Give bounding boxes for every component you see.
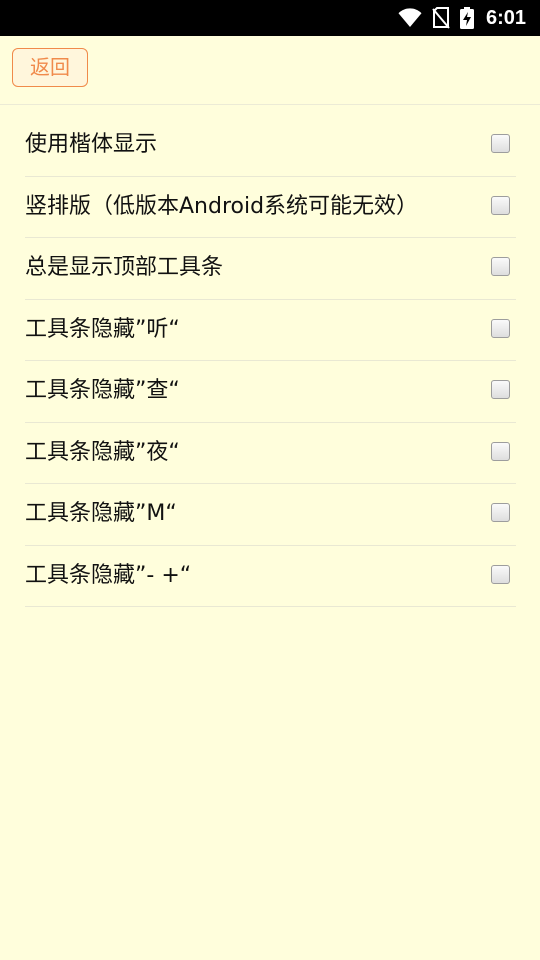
battery-charging-icon (459, 7, 474, 29)
setting-label: 竖排版（低版本Android系统可能无效） (25, 193, 419, 219)
setting-checkbox[interactable] (491, 564, 510, 584)
setting-label: 使用楷体显示 (25, 132, 158, 157)
setting-row-hide-night[interactable]: 工具条隐藏”夜“ (25, 423, 516, 484)
top-bar: 返回 (0, 36, 540, 105)
back-button[interactable]: 返回 (12, 48, 88, 87)
setting-row-always-show-toolbar[interactable]: 总是显示顶部工具条 (25, 238, 516, 300)
setting-label: 工具条隐藏”听“ (25, 316, 180, 342)
no-sim-icon (432, 7, 450, 29)
setting-row-vertical-layout[interactable]: 竖排版（低版本Android系统可能无效） (25, 177, 516, 238)
settings-list: 使用楷体显示 竖排版（低版本Android系统可能无效） 总是显示顶部工具条 工… (25, 115, 516, 607)
setting-row-kaiti-font[interactable]: 使用楷体显示 (25, 115, 516, 177)
setting-label: 工具条隐藏”夜“ (25, 439, 180, 465)
wifi-icon (398, 8, 422, 28)
setting-checkbox[interactable] (491, 134, 510, 153)
setting-checkbox[interactable] (491, 318, 510, 338)
setting-label: 总是显示顶部工具条 (25, 255, 224, 280)
setting-checkbox[interactable] (491, 195, 510, 215)
setting-checkbox[interactable] (491, 503, 510, 522)
setting-label: 工具条隐藏”- +“ (25, 562, 192, 588)
status-bar: 6:01 (0, 0, 540, 36)
setting-row-hide-listen[interactable]: 工具条隐藏”听“ (25, 300, 516, 361)
setting-checkbox[interactable] (491, 380, 510, 399)
setting-row-hide-lookup[interactable]: 工具条隐藏”查“ (25, 361, 516, 423)
setting-checkbox[interactable] (491, 441, 510, 461)
setting-row-hide-m[interactable]: 工具条隐藏”M“ (25, 484, 516, 546)
setting-label: 工具条隐藏”查“ (25, 378, 180, 403)
setting-checkbox[interactable] (491, 257, 510, 276)
setting-row-hide-zoom[interactable]: 工具条隐藏”- +“ (25, 546, 516, 607)
setting-label: 工具条隐藏”M“ (25, 501, 177, 526)
status-icons: 6:01 (398, 0, 526, 36)
status-time: 6:01 (485, 6, 526, 29)
